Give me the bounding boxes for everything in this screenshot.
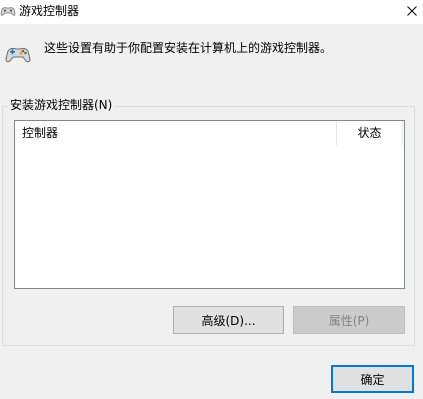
controllers-list[interactable]: 控制器 状态 — [14, 120, 405, 289]
title-bar: 游戏控制器 — [0, 0, 423, 24]
gamepad-icon — [0, 4, 16, 18]
ok-button[interactable]: 确定 — [331, 365, 414, 393]
gamepad-icon — [5, 42, 31, 66]
properties-button[interactable]: 属性(P) — [293, 306, 405, 334]
close-button[interactable] — [400, 0, 423, 24]
installed-controllers-label: 安装游戏控制器(N) — [8, 98, 115, 112]
window-title: 游戏控制器 — [19, 4, 80, 18]
advanced-button[interactable]: 高级(D)... — [173, 306, 284, 334]
column-header-status[interactable]: 状态 — [337, 121, 403, 145]
list-header: 控制器 状态 — [15, 121, 404, 145]
column-header-controller[interactable]: 控制器 — [15, 121, 337, 145]
game-controllers-dialog: 游戏控制器 这些设置有助于你配置安装在计算机上的游戏控制器。 安装游戏控制器(N… — [0, 0, 423, 399]
close-icon — [406, 5, 417, 19]
header-description: 这些设置有助于你配置安装在计算机上的游戏控制器。 — [44, 41, 333, 55]
